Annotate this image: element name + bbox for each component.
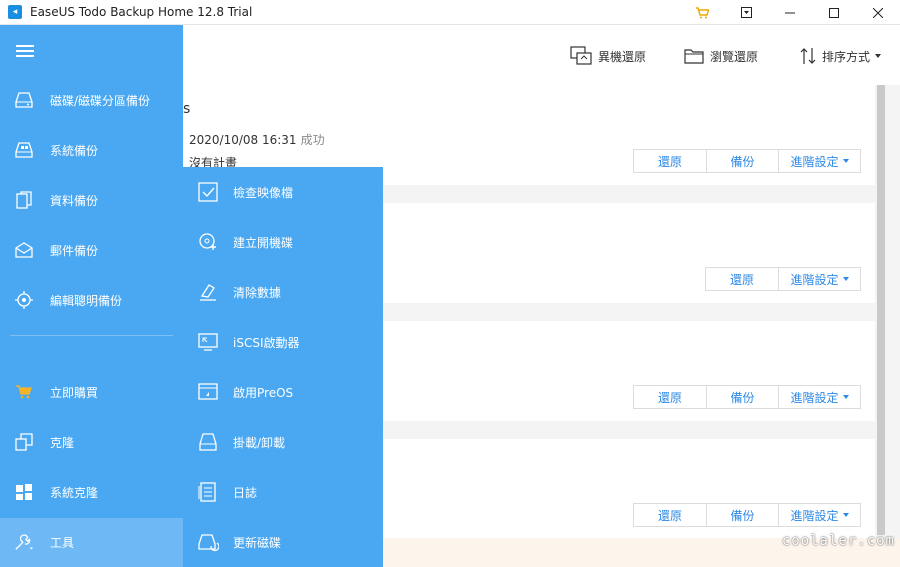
submenu-item-refresh-disk[interactable]: 更新磁碟 <box>183 522 383 562</box>
sidebar-divider <box>10 335 173 336</box>
backup-button[interactable]: 備份 <box>706 386 778 408</box>
watermark: coolaler.com <box>781 532 895 549</box>
mail-backup-icon <box>14 240 34 260</box>
disk-backup-icon <box>14 90 34 110</box>
cart-icon[interactable] <box>680 0 724 25</box>
task-actions: 還原 備份 進階設定 <box>633 149 861 173</box>
submenu-item-create-boot-disk[interactable]: 建立開機碟 <box>183 222 383 262</box>
preos-icon <box>197 381 219 403</box>
tools-submenu: 檢查映像檔 建立開機碟 清除數據 iSCSI啟動器 啟用PreOS 掛載/卸載 … <box>183 167 383 567</box>
submenu-item-log[interactable]: 日誌 <box>183 472 383 512</box>
sidebar-item-label: 立即購買 <box>50 385 99 400</box>
sidebar-item-clone[interactable]: 克隆 <box>0 422 183 462</box>
restore-button[interactable]: 還原 <box>634 150 706 172</box>
iscsi-icon <box>197 331 219 353</box>
restore-button[interactable]: 還原 <box>634 504 706 526</box>
cart-icon <box>14 382 34 402</box>
restore-other-label: 異機還原 <box>598 49 647 64</box>
submenu-item-label: 建立開機碟 <box>233 235 294 250</box>
task-title: s <box>183 101 191 117</box>
task-last-run: 2020/10/08 16:31 成功 <box>189 131 325 148</box>
advanced-settings-button[interactable]: 進階設定 <box>778 150 860 172</box>
hamburger-menu-icon[interactable] <box>16 45 34 60</box>
task-actions: 還原 備份 進階設定 <box>633 385 861 409</box>
file-backup-icon <box>14 190 34 210</box>
sidebar-item-label: 郵件備份 <box>50 243 99 258</box>
chevron-down-icon <box>842 513 849 517</box>
submenu-item-enable-preos[interactable]: 啟用PreOS <box>183 372 383 412</box>
window-title: EaseUS Todo Backup Home 12.8 Trial <box>30 5 253 19</box>
maximize-icon[interactable] <box>812 0 856 25</box>
create-boot-disk-icon <box>197 231 219 253</box>
smart-backup-icon <box>14 290 34 310</box>
sidebar-item-label: 系統備份 <box>50 143 99 158</box>
system-backup-icon <box>14 140 34 160</box>
title-bar: ◂ EaseUS Todo Backup Home 12.8 Trial <box>0 0 900 25</box>
sidebar-item-label: 系統克隆 <box>50 485 99 500</box>
submenu-item-label: 掛載/卸載 <box>233 435 286 450</box>
menu-icon[interactable] <box>724 0 768 25</box>
minimize-icon[interactable] <box>768 0 812 25</box>
wrench-icon <box>14 533 34 553</box>
browse-restore-button[interactable]: 瀏覽還原 <box>684 45 758 67</box>
submenu-item-label: 更新磁碟 <box>233 535 282 550</box>
close-icon[interactable] <box>856 0 900 25</box>
sort-icon <box>800 48 816 64</box>
sidebar-item-buy-now[interactable]: 立即購買 <box>0 372 183 412</box>
sidebar-item-file-backup[interactable]: 資料備份 <box>0 180 183 220</box>
system-clone-icon <box>14 482 34 502</box>
advanced-settings-label: 進階設定 <box>790 272 839 287</box>
browse-restore-label: 瀏覽還原 <box>710 49 759 64</box>
check-image-icon <box>197 181 219 203</box>
submenu-item-label: 清除數據 <box>233 285 282 300</box>
advanced-settings-label: 進階設定 <box>790 154 839 169</box>
submenu-item-label: iSCSI啟動器 <box>233 335 300 350</box>
chevron-down-icon <box>842 395 849 399</box>
sidebar-item-label: 克隆 <box>50 435 75 450</box>
restore-other-button[interactable]: 異機還原 <box>570 45 646 67</box>
sort-caret-icon <box>875 54 882 58</box>
sidebar-item-smart-backup[interactable]: 編輯聰明備份 <box>0 280 183 320</box>
sort-button[interactable]: 排序方式 <box>800 45 882 67</box>
task-actions: 還原 進階設定 <box>705 267 861 291</box>
refresh-disk-icon <box>197 531 219 553</box>
task-last-time: 2020/10/08 16:31 <box>189 133 297 147</box>
backup-button[interactable]: 備份 <box>706 150 778 172</box>
advanced-settings-button[interactable]: 進階設定 <box>778 386 860 408</box>
scrollbar[interactable] <box>877 85 885 535</box>
sidebar-item-label: 編輯聰明備份 <box>50 293 123 308</box>
sidebar-item-label: 工具 <box>50 536 75 550</box>
submenu-item-label: 啟用PreOS <box>233 385 294 400</box>
mount-icon <box>197 431 219 453</box>
chevron-down-icon <box>842 159 849 163</box>
submenu-item-mount[interactable]: 掛載/卸載 <box>183 422 383 462</box>
sidebar: 磁碟/磁碟分區備份 系統備份 資料備份 郵件備份 編輯聰明備份 立即購買 克隆 … <box>0 25 183 567</box>
advanced-settings-label: 進階設定 <box>790 390 839 405</box>
submenu-item-iscsi[interactable]: iSCSI啟動器 <box>183 322 383 362</box>
sidebar-item-label: 磁碟/磁碟分區備份 <box>50 93 151 108</box>
wipe-data-icon <box>197 281 219 303</box>
folder-icon <box>684 49 704 64</box>
app-logo-icon: ◂ <box>8 5 22 19</box>
sidebar-item-mail-backup[interactable]: 郵件備份 <box>0 230 183 270</box>
clone-icon <box>14 432 34 452</box>
restore-button[interactable]: 還原 <box>634 386 706 408</box>
submenu-item-label: 日誌 <box>233 485 258 500</box>
advanced-settings-button[interactable]: 進階設定 <box>778 268 860 290</box>
task-status: 成功 <box>300 133 325 147</box>
sidebar-item-disk-backup[interactable]: 磁碟/磁碟分區備份 <box>0 80 183 120</box>
sidebar-item-system-backup[interactable]: 系統備份 <box>0 130 183 170</box>
sidebar-item-tools[interactable]: 工具 <box>0 518 183 567</box>
restore-other-icon <box>570 46 592 65</box>
sidebar-item-label: 資料備份 <box>50 193 99 208</box>
submenu-item-check-image[interactable]: 檢查映像檔 <box>183 172 383 212</box>
log-icon <box>197 481 219 503</box>
restore-button[interactable]: 還原 <box>706 268 778 290</box>
sort-label: 排序方式 <box>822 49 871 64</box>
chevron-down-icon <box>842 277 849 281</box>
submenu-item-wipe-data[interactable]: 清除數據 <box>183 272 383 312</box>
submenu-item-label: 檢查映像檔 <box>233 185 294 200</box>
sidebar-item-system-clone[interactable]: 系統克隆 <box>0 472 183 512</box>
